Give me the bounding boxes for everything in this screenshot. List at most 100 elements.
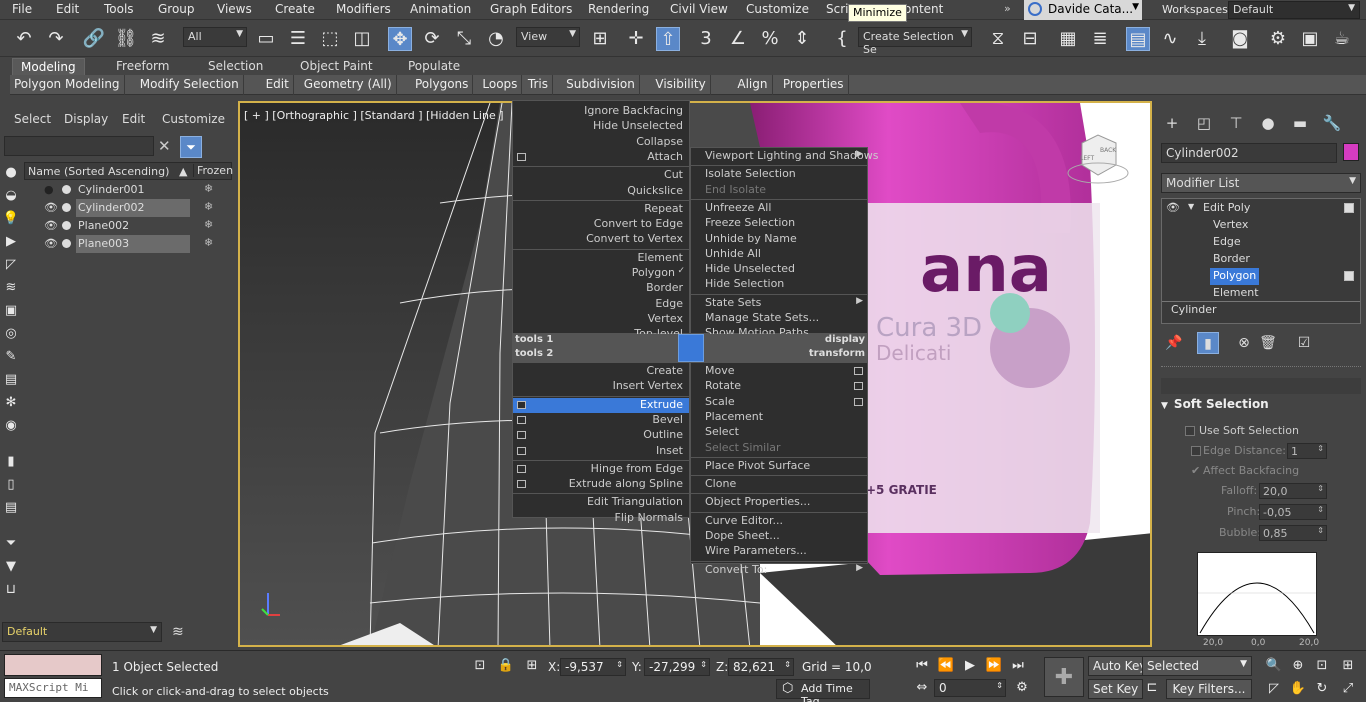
quad-menu-item[interactable]: Extrude xyxy=(513,397,689,413)
explorer-menu-item[interactable]: Customize xyxy=(162,112,225,126)
quad-menu-item[interactable]: Polygon ✓ xyxy=(513,266,689,281)
user-account-menu[interactable]: Davide Cata... ▼ xyxy=(1024,0,1142,20)
quad-menu-item[interactable]: Bevel xyxy=(513,413,689,428)
ribbon-tab[interactable]: Object Paint xyxy=(292,58,381,75)
select-rotate-icon[interactable]: ⟳ xyxy=(420,27,444,51)
expand-arrow-icon[interactable]: ▼ xyxy=(1188,202,1194,211)
scene-list-header[interactable]: Name (Sorted Ascending) ▲ Frozen xyxy=(24,162,233,180)
viewcube-front-label[interactable]: LEFT xyxy=(1080,155,1094,162)
use-soft-selection-checkbox[interactable] xyxy=(1185,426,1195,436)
percent-snap-icon[interactable]: % xyxy=(758,27,782,51)
menu-item[interactable]: Customize xyxy=(746,2,809,16)
eye-icon[interactable]: 👁 xyxy=(44,237,58,250)
stack-item[interactable]: 👁 ▼ Edit Poly xyxy=(1162,200,1360,217)
freeze-icon[interactable]: ❄ xyxy=(204,218,213,231)
menu-item[interactable]: Civil View xyxy=(670,2,728,16)
modifier-list-combo[interactable]: Modifier List ▼ xyxy=(1161,173,1361,193)
ribbon-panel-item[interactable]: Tris xyxy=(524,75,553,95)
link-icon[interactable]: 🔗 xyxy=(82,27,106,51)
render-dot-icon[interactable] xyxy=(62,203,71,212)
settings-box-icon[interactable] xyxy=(517,431,526,440)
menu-overflow-icon[interactable]: » xyxy=(1004,2,1011,15)
quad-menu-item[interactable]: Place Pivot Surface xyxy=(691,459,867,474)
quad-menu-item[interactable]: Vertex xyxy=(513,312,689,327)
quad-menu-item[interactable]: Hinge from Edge xyxy=(513,462,689,477)
quad-menu-item[interactable]: Manage State Sets... xyxy=(691,311,867,326)
display-all-icon[interactable]: ▮ xyxy=(2,453,20,471)
show-end-result-icon[interactable]: ▮ xyxy=(1197,332,1219,354)
quad-menu-item[interactable]: Edge xyxy=(513,297,689,312)
quad-menu-item[interactable]: Rotate xyxy=(691,379,867,394)
quad-menu-item[interactable]: Dope Sheet... xyxy=(691,529,867,544)
scene-search-input[interactable] xyxy=(4,136,154,156)
name-column-header[interactable]: Name (Sorted Ascending) xyxy=(28,165,169,178)
ribbon-panel-item[interactable]: Edit xyxy=(262,75,294,95)
explorer-menu-item[interactable]: Select xyxy=(14,112,51,126)
zoom-extents-all-icon[interactable]: ⊞ xyxy=(1338,656,1358,676)
quad-menu-item[interactable]: Ignore Backfacing xyxy=(513,104,689,119)
frozen-column-header[interactable]: Frozen xyxy=(193,164,233,177)
quad-menu-item[interactable]: Create xyxy=(513,364,689,379)
go-to-end-icon[interactable]: ⏭ xyxy=(1008,656,1028,676)
scene-row-name[interactable]: Plane003 xyxy=(76,235,190,253)
scene-row[interactable]: ● Cylinder001 ❄ xyxy=(24,181,232,199)
display-spacewarps-icon[interactable]: ≋ xyxy=(2,279,20,297)
quad-menu-item[interactable]: Collapse xyxy=(513,135,689,150)
utilities-tab-icon[interactable]: 🔧 xyxy=(1321,112,1343,134)
stack-item[interactable]: Vertex xyxy=(1162,217,1360,234)
ribbon-tab[interactable]: Selection xyxy=(200,58,271,75)
z-coordinate[interactable]: 82,621 ⇕ xyxy=(728,658,794,676)
layer-stack-icon[interactable]: ≋ xyxy=(172,624,184,640)
configure-sets-icon[interactable]: ☑ xyxy=(1293,332,1315,354)
modifier-eye-icon[interactable]: 👁 xyxy=(1166,201,1180,214)
y-coordinate[interactable]: -27,299 ⇕ xyxy=(644,658,710,676)
quad-menu-item[interactable]: Isolate Selection xyxy=(691,167,867,182)
quad-menu-item[interactable]: Clone xyxy=(691,477,867,492)
settings-box-icon[interactable] xyxy=(517,464,526,473)
scene-row-name[interactable]: Cylinder001 xyxy=(76,181,190,199)
settings-box-icon[interactable] xyxy=(517,152,526,161)
quad-menu-item[interactable]: Move xyxy=(691,364,867,379)
scene-row[interactable]: 👁 Plane002 ❄ xyxy=(24,217,232,235)
select-scale-icon[interactable]: ⤡ xyxy=(452,27,476,51)
quad-menu-item[interactable]: Hide Unselected xyxy=(691,262,867,277)
render-dot-icon[interactable] xyxy=(62,239,71,248)
quad-menu-item[interactable]: Convert to Edge xyxy=(513,217,689,232)
curve-editor-icon[interactable]: ∿ xyxy=(1158,27,1182,51)
key-mode-toggle-icon[interactable]: ⊏ xyxy=(1142,678,1162,698)
display-bones-icon[interactable]: ✎ xyxy=(2,348,20,366)
settings-box-icon[interactable] xyxy=(854,367,863,375)
layer-explorer-icon[interactable]: ≣ xyxy=(1088,27,1112,51)
falloff-spinner[interactable]: 20,0 ⇕ xyxy=(1259,483,1327,499)
ribbon-tab[interactable]: Modeling xyxy=(12,58,85,75)
quad-menu-item[interactable]: Flip Normals xyxy=(513,511,689,526)
quad-menu-item[interactable]: Curve Editor... xyxy=(691,514,867,529)
menu-item[interactable]: Tools xyxy=(104,2,134,16)
select-move-icon[interactable]: ✥ xyxy=(388,27,412,51)
viewport-label[interactable]: [ + ] [Orthographic ] [Standard ] [Hidde… xyxy=(244,109,504,122)
pin-stack-icon[interactable]: 📌 xyxy=(1163,332,1185,354)
freeze-icon[interactable]: ❄ xyxy=(204,236,213,249)
current-frame-field[interactable]: 0 ⇕ xyxy=(934,679,1006,697)
absolute-mode-icon[interactable]: ⊞ xyxy=(522,656,542,676)
reference-coord-combo[interactable]: View ▼ xyxy=(516,27,580,47)
rendered-frame-icon[interactable]: ▣ xyxy=(1298,27,1322,51)
scene-row-name[interactable]: Plane002 xyxy=(76,217,190,235)
ribbon-toggle-icon[interactable]: ▤ xyxy=(1126,27,1150,51)
quad-menu-item[interactable]: Object Properties... xyxy=(691,495,867,510)
stack-item[interactable]: Cylinder xyxy=(1162,301,1360,319)
edge-distance-spinner[interactable]: 1 ⇕ xyxy=(1287,443,1327,459)
ribbon-panel-item[interactable]: Polygons xyxy=(411,75,474,95)
subobject-toggle-icon[interactable] xyxy=(1344,271,1354,281)
clear-search-icon[interactable]: ✕ xyxy=(158,137,171,155)
play-icon[interactable]: ▶ xyxy=(960,656,980,676)
x-coordinate[interactable]: -9,537 ⇕ xyxy=(560,658,626,676)
display-geometry-icon[interactable]: ● xyxy=(2,164,20,182)
named-selection-combo[interactable]: Create Selection Se ▼ xyxy=(858,27,972,56)
settings-box-icon[interactable] xyxy=(517,446,526,455)
remove-modifier-icon[interactable]: 🗑 xyxy=(1257,332,1279,354)
display-groups-icon[interactable]: ▣ xyxy=(2,302,20,320)
window-crossing-icon[interactable]: ◫ xyxy=(350,27,374,51)
settings-box-icon[interactable] xyxy=(517,415,526,424)
quad-menu-item[interactable]: Hide Selection xyxy=(691,277,867,292)
